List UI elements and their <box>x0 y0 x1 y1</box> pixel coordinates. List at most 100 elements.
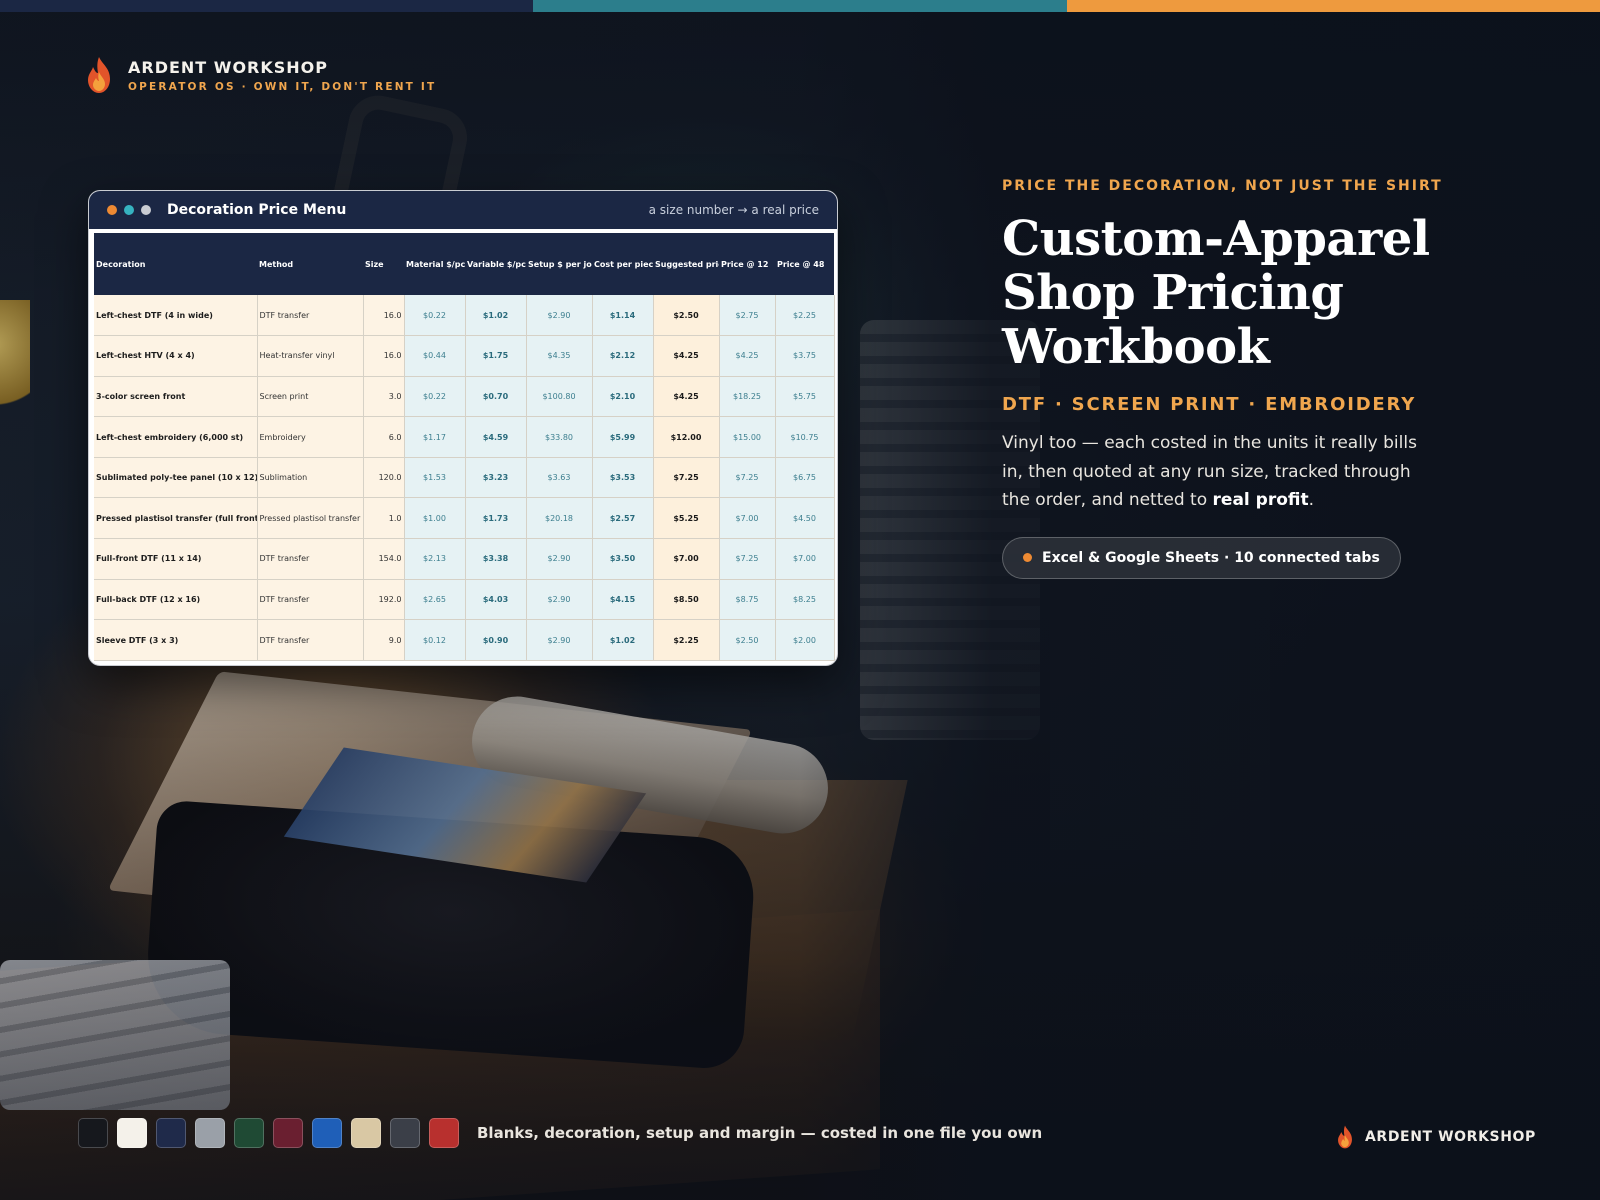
table-cell[interactable]: $2.75 <box>719 295 776 337</box>
table-cell[interactable]: $0.22 <box>404 376 466 418</box>
table-cell[interactable]: Pressed plastisol transfer (full front) <box>94 497 258 540</box>
table-cell[interactable]: $7.25 <box>719 457 776 499</box>
table-cell[interactable]: Heat-transfer vinyl <box>257 335 364 377</box>
table-cell[interactable]: $2.90 <box>526 295 593 337</box>
table-cell[interactable]: Screen print <box>257 376 364 418</box>
table-cell[interactable]: $3.23 <box>465 457 527 499</box>
table-cell[interactable]: $4.35 <box>526 335 593 377</box>
table-cell[interactable]: $2.90 <box>526 619 593 661</box>
window-dot-orange[interactable] <box>107 205 117 215</box>
table-cell[interactable]: 16.0 <box>363 295 405 337</box>
table-cell[interactable]: Sublimated poly-tee panel (10 x 12) <box>94 457 258 499</box>
column-header[interactable]: Size <box>363 233 404 295</box>
table-cell[interactable]: $4.25 <box>653 335 720 377</box>
table-cell[interactable]: $7.00 <box>653 538 720 580</box>
column-header[interactable]: Variable $/pc <box>465 233 526 295</box>
table-cell[interactable]: $4.15 <box>592 579 654 621</box>
table-cell[interactable]: $1.53 <box>404 457 466 499</box>
table-cell[interactable]: Embroidery <box>257 416 364 458</box>
table-cell[interactable]: $2.25 <box>653 619 720 661</box>
table-cell[interactable]: 120.0 <box>363 457 405 499</box>
column-header[interactable]: Decoration <box>94 233 257 295</box>
table-cell[interactable]: 6.0 <box>363 416 405 458</box>
table-cell[interactable]: $2.50 <box>719 619 776 661</box>
table-cell[interactable]: $12.00 <box>653 416 720 458</box>
table-cell[interactable]: $2.90 <box>526 538 593 580</box>
table-cell[interactable]: $5.75 <box>775 376 835 418</box>
table-cell[interactable]: $2.57 <box>592 497 654 540</box>
table-cell[interactable]: 16.0 <box>363 335 405 377</box>
table-cell[interactable]: $2.65 <box>404 579 466 621</box>
column-header[interactable]: Setup $ per job <box>526 233 592 295</box>
table-cell[interactable]: $1.17 <box>404 416 466 458</box>
table-cell[interactable]: 3.0 <box>363 376 405 418</box>
table-cell[interactable]: DTF transfer <box>257 619 364 661</box>
table-cell[interactable]: $7.25 <box>653 457 720 499</box>
window-dot-teal[interactable] <box>124 205 134 215</box>
table-cell[interactable]: $4.50 <box>775 497 835 540</box>
table-cell[interactable]: $0.12 <box>404 619 466 661</box>
table-cell[interactable]: $0.22 <box>404 295 466 337</box>
table-cell[interactable]: $4.25 <box>653 376 720 418</box>
table-cell[interactable]: $100.80 <box>526 376 593 418</box>
table-cell[interactable]: $1.02 <box>465 295 527 337</box>
table-cell[interactable]: 3-color screen front <box>94 376 258 418</box>
table-cell[interactable]: $8.50 <box>653 579 720 621</box>
table-cell[interactable]: $0.90 <box>465 619 527 661</box>
table-cell[interactable]: DTF transfer <box>257 538 364 580</box>
table-cell[interactable]: Left-chest DTF (4 in wide) <box>94 295 258 337</box>
table-cell[interactable]: 1.0 <box>363 497 405 540</box>
table-cell[interactable]: $20.18 <box>526 497 593 540</box>
table-cell[interactable]: Left-chest HTV (4 x 4) <box>94 335 258 377</box>
table-cell[interactable]: Left-chest embroidery (6,000 st) <box>94 416 258 458</box>
table-cell[interactable]: $0.44 <box>404 335 466 377</box>
table-cell[interactable]: $4.59 <box>465 416 527 458</box>
table-cell[interactable]: Pressed plastisol transfer <box>257 497 364 540</box>
table-cell[interactable]: $2.10 <box>592 376 654 418</box>
column-header[interactable]: Material $/pc <box>404 233 465 295</box>
table-cell[interactable]: $8.75 <box>719 579 776 621</box>
table-cell[interactable]: $33.80 <box>526 416 593 458</box>
table-cell[interactable]: $7.00 <box>719 497 776 540</box>
table-cell[interactable]: Sleeve DTF (3 x 3) <box>94 619 258 661</box>
table-cell[interactable]: $3.38 <box>465 538 527 580</box>
table-cell[interactable]: DTF transfer <box>257 579 364 621</box>
column-header[interactable]: Price @ 12 <box>719 233 775 295</box>
table-cell[interactable]: $5.25 <box>653 497 720 540</box>
table-cell[interactable]: 9.0 <box>363 619 405 661</box>
window-dot-gray[interactable] <box>141 205 151 215</box>
table-cell[interactable]: $6.75 <box>775 457 835 499</box>
table-cell[interactable]: $3.63 <box>526 457 593 499</box>
table-cell[interactable]: $1.14 <box>592 295 654 337</box>
table-cell[interactable]: $4.03 <box>465 579 527 621</box>
table-cell[interactable]: Full-back DTF (12 x 16) <box>94 579 258 621</box>
table-cell[interactable]: 192.0 <box>363 579 405 621</box>
column-header[interactable]: Price @ 48 <box>775 233 834 295</box>
table-cell[interactable]: $7.00 <box>775 538 835 580</box>
table-cell[interactable]: $18.25 <box>719 376 776 418</box>
table-cell[interactable]: $15.00 <box>719 416 776 458</box>
table-cell[interactable]: $3.75 <box>775 335 835 377</box>
column-header[interactable]: Cost per piece <box>592 233 653 295</box>
table-cell[interactable]: $4.25 <box>719 335 776 377</box>
table-cell[interactable]: $1.02 <box>592 619 654 661</box>
table-cell[interactable]: $8.25 <box>775 579 835 621</box>
table-cell[interactable]: $1.75 <box>465 335 527 377</box>
table-cell[interactable]: DTF transfer <box>257 295 364 337</box>
table-cell[interactable]: 154.0 <box>363 538 405 580</box>
table-cell[interactable]: Full-front DTF (11 x 14) <box>94 538 258 580</box>
table-cell[interactable]: $0.70 <box>465 376 527 418</box>
column-header[interactable]: Suggested price <box>653 233 719 295</box>
table-cell[interactable]: $2.90 <box>526 579 593 621</box>
table-cell[interactable]: Sublimation <box>257 457 364 499</box>
table-cell[interactable]: $10.75 <box>775 416 835 458</box>
table-cell[interactable]: $2.12 <box>592 335 654 377</box>
table-cell[interactable]: $1.73 <box>465 497 527 540</box>
table-cell[interactable]: $2.13 <box>404 538 466 580</box>
column-header[interactable]: Method <box>257 233 363 295</box>
table-cell[interactable]: $3.50 <box>592 538 654 580</box>
table-cell[interactable]: $7.25 <box>719 538 776 580</box>
table-cell[interactable]: $5.99 <box>592 416 654 458</box>
table-cell[interactable]: $3.53 <box>592 457 654 499</box>
table-cell[interactable]: $2.25 <box>775 295 835 337</box>
